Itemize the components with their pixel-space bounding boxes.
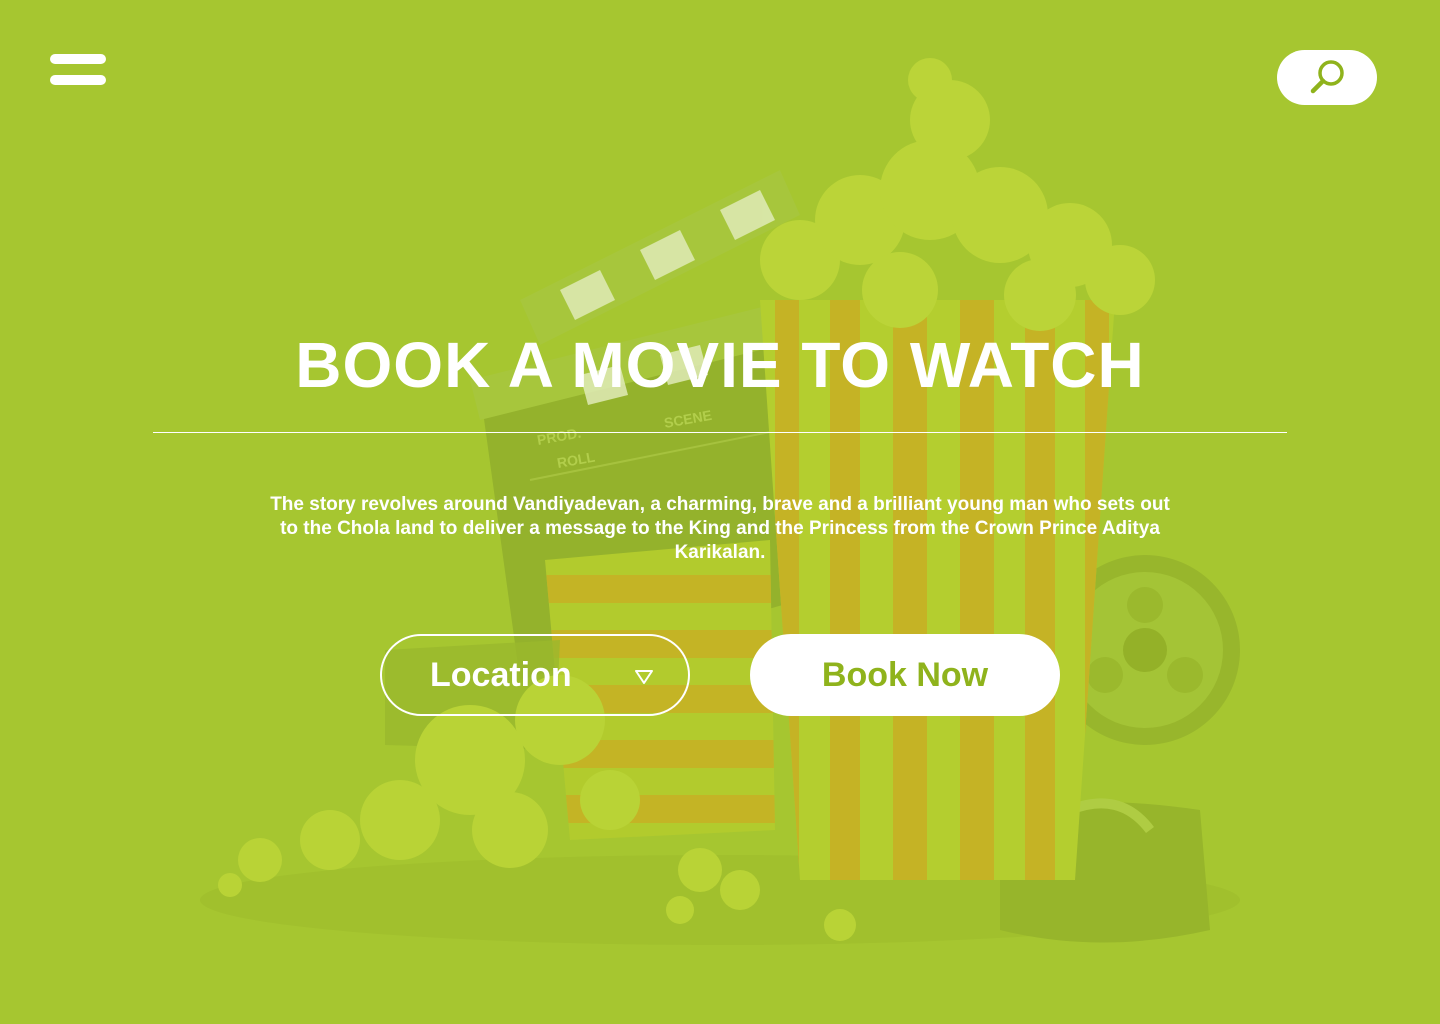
location-label: Location — [430, 656, 572, 694]
search-button[interactable] — [1277, 50, 1377, 105]
title-divider — [153, 432, 1287, 433]
book-now-label: Book Now — [821, 656, 989, 694]
location-dropdown[interactable]: Location — [380, 634, 690, 716]
triangle-down-icon — [635, 670, 653, 684]
page-title: BOOK A MOVIE TO WATCH — [295, 329, 1145, 401]
search-icon — [1310, 60, 1344, 94]
movie-description: The story revolves around Vandiyadevan, … — [270, 494, 1170, 563]
hamburger-menu-icon[interactable] — [50, 54, 106, 86]
menu-bar-bottom — [50, 75, 106, 85]
menu-bar-top — [50, 54, 106, 64]
book-now-button[interactable]: Book Now — [750, 634, 1060, 716]
